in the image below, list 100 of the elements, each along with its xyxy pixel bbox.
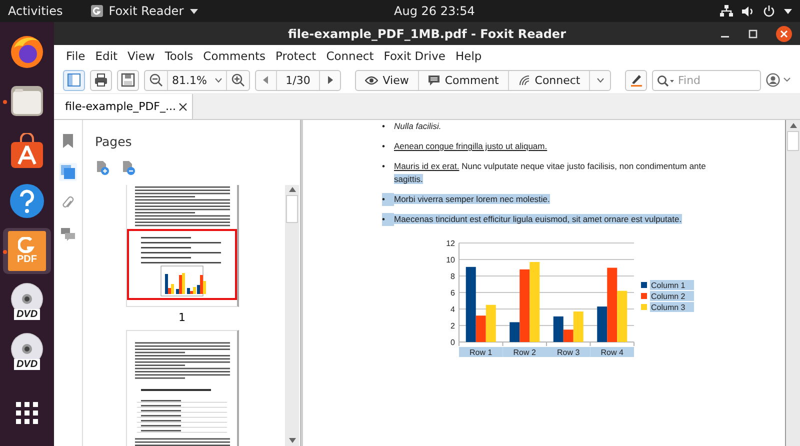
icon-label: DVD	[14, 359, 40, 370]
bar	[486, 304, 496, 342]
category-label: Row 1	[470, 348, 492, 357]
bullet: •	[382, 213, 394, 226]
dock-launcher[interactable]: DVD	[3, 278, 51, 324]
legend-swatch	[641, 293, 647, 299]
power-icon[interactable]	[763, 5, 775, 17]
icon-label: PDF	[17, 254, 37, 265]
chevron-down-icon	[214, 78, 222, 82]
page-number: 1	[178, 311, 186, 324]
scroll-thumb[interactable]	[787, 131, 799, 151]
menu-item[interactable]: File	[61, 49, 90, 63]
comment-button[interactable]: Comment	[418, 70, 509, 90]
close-icon[interactable]	[179, 102, 187, 110]
zoom-in-icon	[231, 73, 245, 87]
scroll-down-icon[interactable]	[288, 438, 296, 443]
volume-icon[interactable]	[742, 6, 754, 16]
page-thumbnail[interactable]	[126, 330, 238, 446]
list-text: Morbi viverra semper lorem nec molestie.	[394, 193, 551, 206]
shrink-thumbnail-icon[interactable]	[122, 161, 136, 176]
menu-item[interactable]: Foxit Drive	[378, 49, 450, 63]
menu-item[interactable]: Comments	[198, 49, 271, 63]
user-account-icon[interactable]	[766, 73, 792, 87]
menu-item[interactable]: Edit	[90, 49, 123, 63]
swirl-icon	[18, 237, 36, 253]
legend-label: Column 1	[651, 281, 686, 290]
help-icon	[9, 183, 45, 219]
document-tab[interactable]: file-example_PDF_...	[54, 94, 193, 119]
zoom-out-icon	[149, 73, 163, 87]
dock-launcher[interactable]: DVD	[3, 328, 51, 374]
bullet: •	[382, 160, 386, 173]
bullet: •	[382, 140, 386, 153]
panel-button[interactable]	[59, 225, 77, 243]
caret-icon[interactable]	[784, 8, 792, 14]
page-thumbnail[interactable]	[126, 185, 238, 307]
bookmark-icon	[63, 134, 73, 148]
legend-swatch	[641, 304, 647, 310]
enlarge-thumbnail-icon[interactable]	[96, 161, 110, 176]
axis-tick-label: 10	[446, 256, 455, 264]
axis-tick-label: 8	[450, 272, 455, 281]
app-grid-icon	[16, 402, 38, 424]
triangle-right-icon	[327, 76, 333, 84]
category-label: Row 4	[600, 348, 624, 357]
window-title: file-example_PDF_1MB.pdf - Foxit Reader	[288, 26, 566, 40]
category-label: Row 3	[557, 348, 580, 357]
app-icon	[90, 5, 103, 17]
paperclip-icon	[62, 196, 74, 210]
save-button[interactable]	[117, 70, 139, 90]
scroll-up-icon[interactable]	[288, 187, 296, 192]
print-button[interactable]	[90, 70, 112, 90]
axis-tick-label: 2	[450, 322, 455, 330]
axis-tick-label: 12	[446, 239, 455, 248]
eye-icon	[364, 76, 378, 84]
axis-tick-label: 0	[450, 338, 455, 347]
panel-title: Pages	[95, 134, 133, 149]
search-field[interactable]: Find	[652, 70, 761, 90]
highlighter-button[interactable]	[625, 70, 647, 90]
connect-button[interactable]: Connect	[508, 70, 590, 90]
scrollbar[interactable]	[285, 185, 299, 446]
running-indicator	[3, 250, 7, 254]
list-text: Nulla facilisi.	[394, 120, 442, 133]
menu-item[interactable]: Protect	[270, 49, 322, 63]
chevron-down-icon	[596, 78, 604, 82]
icon-label: DVD	[14, 309, 40, 320]
view-button[interactable]: View	[356, 70, 419, 90]
legend-label: Column 2	[651, 292, 686, 301]
app-menu[interactable]: Foxit Reader	[90, 4, 198, 18]
triangle-left-icon	[263, 76, 269, 84]
speech-bubbles-icon	[61, 228, 75, 240]
menu-item[interactable]: Tools	[160, 49, 198, 63]
marker-pen-icon	[629, 73, 643, 87]
bullet: •	[382, 120, 386, 133]
panel-icon	[67, 73, 81, 87]
panel-button[interactable]	[59, 163, 77, 181]
menu-item[interactable]: View	[122, 49, 160, 63]
list-text: Aenean congue fringilla justo ut aliquam.	[394, 140, 548, 153]
scroll-up-icon[interactable]	[790, 123, 796, 128]
close-icon[interactable]	[776, 26, 792, 42]
list-text: Mauris id ex erat. Nunc vulputate neque vitae justo facilisis, non condimentum ante sagittis.	[394, 160, 707, 186]
legend-label: Column 3	[651, 303, 686, 312]
menu-item[interactable]: Connect	[321, 49, 379, 63]
activities-button[interactable]: Activities	[8, 4, 63, 18]
axis-tick-label: 6	[450, 288, 455, 298]
running-indicator	[3, 100, 7, 104]
menu-item[interactable]: Help	[450, 49, 487, 63]
stacked-pages-icon	[61, 165, 75, 179]
legend-swatch	[641, 282, 647, 288]
network-icon[interactable]	[720, 5, 733, 17]
speech-bubble-icon	[428, 74, 440, 86]
bullet: •	[382, 193, 394, 206]
signal-arcs-icon	[518, 74, 530, 86]
axis-tick-label: 4	[450, 305, 455, 314]
sidebar-toggle-button[interactable]	[63, 70, 85, 90]
maximize-icon[interactable]	[748, 29, 758, 39]
scrollbar[interactable]	[785, 120, 800, 446]
clock[interactable]: Aug 26 23:54	[394, 4, 475, 18]
folder-icon	[9, 83, 45, 119]
printer-icon	[94, 73, 108, 87]
scroll-thumb[interactable]	[286, 195, 298, 223]
category-label: Row 2	[513, 348, 536, 357]
